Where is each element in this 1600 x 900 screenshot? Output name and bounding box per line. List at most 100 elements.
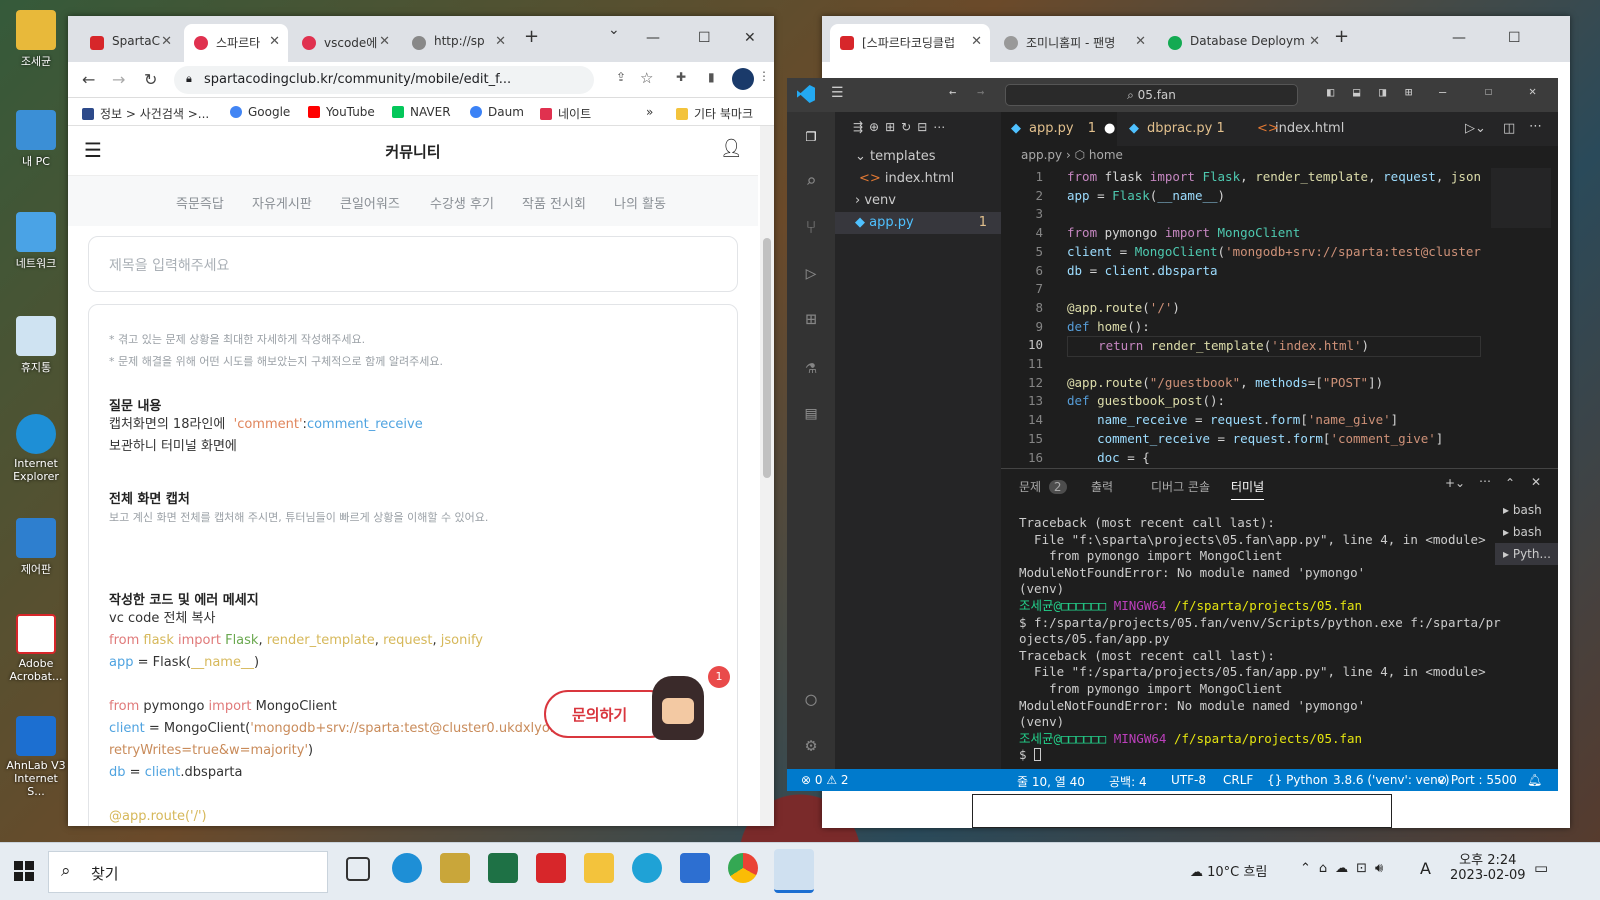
menu-icon[interactable]: ☰ xyxy=(831,85,844,101)
weather-widget[interactable]: ☁ 10°C 흐림 xyxy=(1190,861,1267,880)
maximize-button[interactable]: ☐ xyxy=(1508,30,1521,46)
account-icon[interactable]: ◯ xyxy=(799,688,823,712)
post-title-input[interactable]: 제목을 입력해주세요 xyxy=(88,236,738,292)
toggle-panel-icon[interactable]: ⬓ xyxy=(1353,85,1360,99)
close-window-button[interactable]: ✕ xyxy=(1529,84,1536,98)
post-body-editor[interactable]: * 겪고 있는 문제 상황을 최대한 자세하게 작성해주세요. * 문제 해결을… xyxy=(88,304,738,826)
tree-item-venv[interactable]: › venv xyxy=(835,190,1001,212)
desktop-icon-ie[interactable]: Internet Explorer xyxy=(4,414,68,483)
close-panel-icon[interactable]: ✕ xyxy=(1531,475,1541,489)
explorer-toolbar-icons[interactable]: ⇶⊕⊞↻⊟⋯ xyxy=(853,120,951,134)
taskbar-search-input[interactable]: ⌕ 찾기 xyxy=(48,851,328,893)
bookmark-youtube[interactable]: YouTube xyxy=(308,105,375,119)
category-tab-0[interactable]: 즉문즉답 xyxy=(176,193,224,212)
unsaved-dot-icon[interactable]: ● xyxy=(1104,121,1115,136)
toggle-secondary-icon[interactable]: ◨ xyxy=(1379,85,1386,99)
browser-tab-2[interactable]: vscode에 ✕ xyxy=(292,24,398,62)
remote-explorer-icon[interactable]: ▤ xyxy=(799,402,823,426)
nav-back-icon[interactable]: ← xyxy=(949,85,956,99)
browser-tab-0[interactable]: SpartaC ✕ xyxy=(80,24,180,62)
tree-item-index-html[interactable]: <> index.html xyxy=(835,168,1001,190)
layout-icon[interactable]: ⊞ xyxy=(1405,85,1412,99)
close-window-button[interactable]: ✕ xyxy=(744,30,756,46)
back-arrow-icon[interactable]: ← xyxy=(82,70,95,89)
notification-center-icon[interactable]: ▭ xyxy=(1534,859,1548,877)
menu-kebab-icon[interactable]: ⋮ xyxy=(758,69,770,83)
extensions-icon[interactable]: ✚ xyxy=(676,70,686,84)
new-terminal-icon[interactable]: +⌄ xyxy=(1445,476,1465,490)
browser-tab-1[interactable]: 스파르타 ✕ xyxy=(184,24,288,62)
more-actions-icon[interactable]: ⋯ xyxy=(1479,474,1491,488)
settings-gear-icon[interactable]: ⚙ xyxy=(799,734,823,758)
category-tab-3[interactable]: 수강생 후기 xyxy=(430,193,494,212)
status-eol[interactable]: CRLF xyxy=(1223,773,1253,787)
reload-icon[interactable]: ↻ xyxy=(144,70,157,89)
category-tab-4[interactable]: 작품 전시회 xyxy=(522,193,586,212)
run-file-icon[interactable]: ▷⌄ xyxy=(1465,121,1486,136)
desktop-icon-ahnlab[interactable]: AhnLab V3 Internet S... xyxy=(4,716,68,798)
profile-avatar[interactable] xyxy=(732,68,754,90)
clock[interactable]: 오후 2:24 2023-02-09 xyxy=(1450,849,1526,883)
task-view-icon[interactable] xyxy=(346,857,370,881)
editor-tab-app-py[interactable]: ◆ app.py 1 ● xyxy=(1001,112,1117,146)
panel-tab-debug-console[interactable]: 디버그 콘솔 xyxy=(1151,478,1210,495)
bookmark-0[interactable]: 정보 > 사건검색 >... xyxy=(82,105,209,122)
new-tab-button[interactable]: + xyxy=(1334,26,1349,47)
category-tab-2[interactable]: 큰일어워즈 xyxy=(340,193,400,212)
terminal-output[interactable]: Traceback (most recent call last): File … xyxy=(1019,515,1501,764)
excel-icon[interactable] xyxy=(488,853,518,883)
desktop-icon-acrobat[interactable]: Adobe Acrobat... xyxy=(4,614,68,683)
code-editor[interactable]: 1 2 3 4 5 6 7 8 9 10 11 12 13 14 15 16 f… xyxy=(1001,168,1558,468)
desktop-icon-user-folder[interactable]: 조세균 xyxy=(4,10,68,69)
explorer-icon[interactable]: ❐ xyxy=(799,124,823,148)
status-cursor-position[interactable]: 줄 10, 열 40 xyxy=(1017,773,1085,790)
extensions-icon[interactable]: ⊞ xyxy=(799,308,823,332)
bookmarks-overflow-icon[interactable]: » xyxy=(646,105,653,119)
toggle-sidebar-icon[interactable]: ◧ xyxy=(1327,85,1334,99)
testing-icon[interactable]: ⚗ xyxy=(799,356,823,380)
panel-tab-terminal[interactable]: 터미널 xyxy=(1231,478,1265,500)
notifications-bell-icon[interactable]: 🔔︎ xyxy=(1527,773,1542,787)
vscode-taskbar-icon[interactable] xyxy=(774,849,814,893)
forward-arrow-icon[interactable]: → xyxy=(112,70,125,89)
share-icon[interactable]: ⇪ xyxy=(616,70,626,84)
minimize-button[interactable]: — xyxy=(1452,30,1466,46)
edge-icon[interactable] xyxy=(632,853,662,883)
ime-indicator[interactable]: A xyxy=(1420,859,1431,878)
run-debug-icon[interactable]: ▷ xyxy=(799,262,823,286)
close-icon[interactable]: ✕ xyxy=(971,34,982,49)
nav-forward-icon[interactable]: → xyxy=(977,85,984,99)
status-live-server-port[interactable]: ⊘ Port : 5500 xyxy=(1437,773,1517,787)
sidebar-icon[interactable]: ▮ xyxy=(708,70,715,84)
pdf-icon[interactable] xyxy=(536,853,566,883)
more-actions-icon[interactable]: ⋯ xyxy=(1529,119,1542,134)
editor-tab-index-html[interactable]: <> index.html xyxy=(1247,112,1367,146)
file-explorer-icon[interactable] xyxy=(584,853,614,883)
maximize-panel-icon[interactable]: ⌃ xyxy=(1505,476,1515,490)
category-tab-1[interactable]: 자유게시판 xyxy=(252,193,312,212)
paint-icon[interactable] xyxy=(440,853,470,883)
browser-right-tab-0[interactable]: [스파르타코딩클럽 ✕ xyxy=(830,24,990,62)
close-icon[interactable]: ✕ xyxy=(269,34,280,49)
terminal-list-item[interactable]: ▸ bash xyxy=(1495,499,1558,521)
terminal-list-item[interactable]: ▸ bash xyxy=(1495,521,1558,543)
close-icon[interactable]: ✕ xyxy=(495,34,506,49)
tab-search-icon[interactable]: ⌄ xyxy=(608,22,620,38)
chrome-icon[interactable] xyxy=(728,853,758,883)
status-encoding[interactable]: UTF-8 xyxy=(1171,773,1206,787)
new-tab-button[interactable]: + xyxy=(524,26,539,47)
browser-right-tab-2[interactable]: Database Deploym ✕ xyxy=(1158,24,1328,62)
bookmark-google[interactable]: Google xyxy=(230,105,290,119)
editor-tab-dbprac-py[interactable]: ◆ dbprac.py 1 xyxy=(1119,112,1245,146)
desktop-icon-network[interactable]: 네트워크 xyxy=(4,212,68,271)
bookmark-other[interactable]: 기타 북마크 xyxy=(676,105,753,122)
star-icon[interactable]: ☆ xyxy=(640,69,653,87)
minimize-button[interactable]: — xyxy=(1439,85,1446,99)
source-control-icon[interactable]: ⑂ xyxy=(799,216,823,240)
status-problems[interactable]: ⊗ 0 ⚠ 2 xyxy=(801,773,849,787)
status-interpreter[interactable]: 3.8.6 ('venv': venv) xyxy=(1333,773,1450,787)
status-language[interactable]: {} Python xyxy=(1267,773,1328,787)
split-editor-icon[interactable]: ◫ xyxy=(1503,121,1515,136)
desktop-icon-control-panel[interactable]: 제어판 xyxy=(4,518,68,577)
tree-item-templates[interactable]: ⌄ templates xyxy=(835,146,1001,168)
